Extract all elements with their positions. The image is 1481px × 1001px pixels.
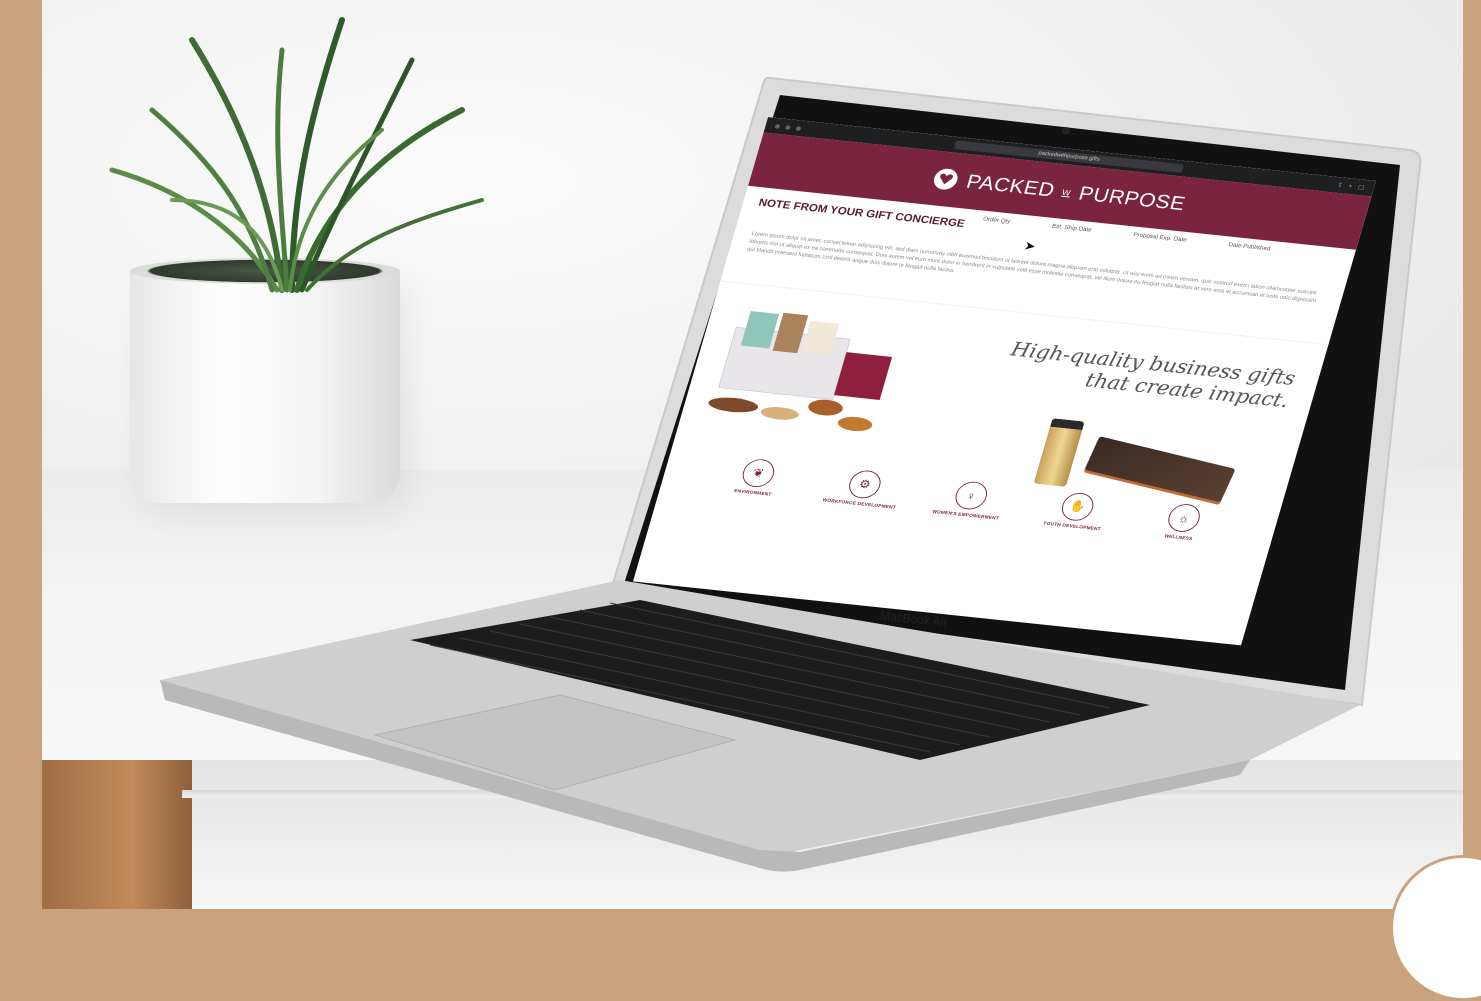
category-label: YOUTH DEVELOPMENT (1042, 520, 1102, 533)
category-wellness[interactable]: ☼ WELLNESS (1135, 500, 1231, 545)
heart-logo-icon[interactable] (931, 167, 961, 191)
tabs-icon[interactable]: ▢ (1357, 184, 1365, 191)
brand-mid: W (1060, 188, 1072, 198)
column-header: Proposal Exp. Date (1132, 231, 1188, 244)
add-tab-icon[interactable]: + (1347, 183, 1353, 189)
head-gear-icon: ⚙ (845, 469, 885, 500)
category-label: ENVIRONMENT (733, 488, 773, 498)
window-dot[interactable] (785, 124, 792, 130)
female-symbol-icon: ♀ (952, 480, 991, 511)
tumbler-image (1033, 418, 1085, 487)
category-label: WORKFORCE DEVELOPMENT (821, 497, 897, 511)
column-header: Date Published (1227, 241, 1272, 253)
share-icon[interactable]: ⇪ (1336, 181, 1344, 189)
column-header: Est. Ship Date (1051, 223, 1093, 234)
category-environment[interactable]: ❦ ENVIRONMENT (709, 455, 805, 500)
laptop-screen-area: packedwithpurpose.gifts ⇪ + ▢ PACKED W P… (610, 75, 1430, 675)
brand-left: PACKED (964, 170, 1058, 201)
window-dot[interactable] (774, 123, 781, 129)
column-header: Order Qty (982, 215, 1012, 225)
category-workforce[interactable]: ⚙ WORKFORCE DEVELOPMENT (816, 466, 912, 511)
hero-tagline: High-quality business gifts that create … (1002, 339, 1298, 414)
website-screen: packedwithpurpose.gifts ⇪ + ▢ PACKED W P… (633, 117, 1376, 646)
brand-right: PURPOSE (1076, 182, 1189, 215)
gift-box-image (708, 311, 893, 432)
category-label: WOMEN'S EMPOWERMENT (931, 509, 1000, 522)
brand-name[interactable]: PACKED W PURPOSE (964, 170, 1188, 215)
window-dot[interactable] (795, 125, 802, 131)
laptop: packedwithpurpose.gifts ⇪ + ▢ PACKED W P… (0, 0, 1481, 909)
mouse-cursor-icon: ➤ (1022, 238, 1038, 254)
sun-icon: ☼ (1164, 502, 1204, 534)
leaf-icon: ❦ (739, 457, 778, 489)
category-label: WELLNESS (1163, 533, 1194, 542)
category-women[interactable]: ♀ WOMEN'S EMPOWERMENT (922, 477, 1018, 522)
hand-icon: ✋ (1058, 491, 1097, 523)
category-youth[interactable]: ✋ YOUTH DEVELOPMENT (1028, 489, 1124, 534)
